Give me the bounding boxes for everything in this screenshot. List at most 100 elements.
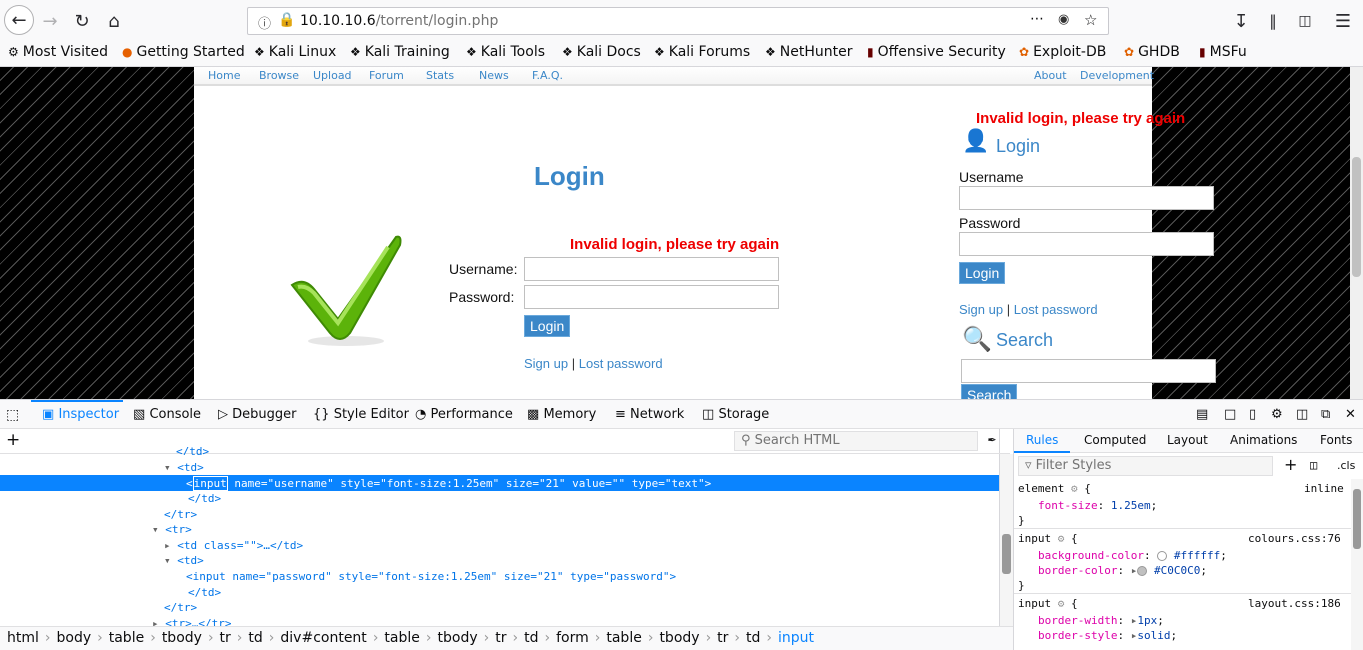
breadcrumb-item[interactable]: tbody (438, 630, 478, 646)
tab-animations[interactable]: Animations (1230, 433, 1297, 447)
expand-icon[interactable]: ▾ (164, 554, 171, 567)
sidebar-icon[interactable]: ◫ (1292, 8, 1318, 34)
color-swatch[interactable] (1157, 551, 1168, 561)
nav-faq[interactable]: F.A.Q. (532, 69, 563, 82)
close-devtools-icon[interactable]: ✕ (1345, 407, 1356, 422)
bookmark-offensive-security[interactable]: ▮ Offensive Security (867, 44, 1006, 60)
bookmark-star-icon[interactable]: ☆ (1084, 11, 1097, 29)
breadcrumb-item[interactable]: body (57, 630, 92, 646)
tab-fonts[interactable]: Fonts (1320, 433, 1352, 447)
responsive-design-icon[interactable]: ▯ (1249, 407, 1256, 422)
add-node-icon[interactable]: + (6, 430, 20, 450)
nav-stats[interactable]: Stats (426, 69, 454, 82)
tab-console[interactable]: ▧ Console (133, 407, 201, 422)
tab-network[interactable]: ≡ Network (615, 407, 684, 422)
rule-selector[interactable]: input ⚙ { (1018, 597, 1078, 610)
search-html-input[interactable]: ⚲ Search HTML (734, 431, 978, 451)
breadcrumb-item[interactable]: form (556, 630, 589, 646)
markup-line-selected[interactable]: <input name="username" style="font-size:… (0, 475, 999, 491)
frame-picker-icon[interactable]: □ (1224, 407, 1236, 422)
bookmark-kali-docs[interactable]: ❖ Kali Docs (562, 44, 641, 60)
bookmark-nethunter[interactable]: ❖ NetHunter (765, 44, 852, 60)
lost-password-link[interactable]: Lost password (579, 356, 663, 371)
rule-source[interactable]: layout.css:186 (1248, 597, 1341, 610)
bookmark-most-visited[interactable]: ⚙ Most Visited (8, 44, 108, 60)
markup-line[interactable]: <input name="password" style="font-size:… (186, 570, 676, 583)
markup-line[interactable]: ▾ <tr> (152, 523, 192, 536)
cls-toggle[interactable]: .cls (1337, 459, 1355, 472)
rule-gear-icon[interactable]: ⚙ (1058, 597, 1065, 610)
markup-line[interactable]: </td> (188, 492, 221, 505)
breadcrumb-item[interactable]: tbody (659, 630, 699, 646)
bookmark-exploit-db[interactable]: ✿ Exploit-DB (1019, 44, 1106, 60)
signup-link[interactable]: Sign up (524, 356, 568, 371)
add-rule-icon[interactable]: + (1284, 455, 1297, 474)
breadcrumb-item[interactable]: table (606, 630, 641, 646)
page-actions-icon[interactable]: ⋯ (1030, 11, 1044, 27)
tab-memory[interactable]: ▩ Memory (527, 407, 596, 422)
breadcrumb-item[interactable]: tr (220, 630, 231, 646)
tab-computed[interactable]: Computed (1084, 433, 1146, 447)
reload-button[interactable]: ↻ (69, 8, 95, 34)
breadcrumb-item[interactable]: td (524, 630, 538, 646)
settings-gear-icon[interactable]: ⚙ (1271, 407, 1283, 422)
collapse-icon[interactable]: ▸ (152, 617, 159, 626)
breadcrumb-item[interactable]: html (7, 630, 39, 646)
collapse-icon[interactable]: ▸ (164, 539, 171, 552)
separate-window-icon[interactable]: ⧉ (1321, 407, 1330, 422)
library-icon[interactable]: ‖ (1260, 8, 1286, 34)
element-picker-icon[interactable]: ⬚ (6, 407, 19, 423)
markup-line[interactable]: ▸ <td class="">…</td> (164, 539, 303, 552)
breadcrumb-item[interactable]: table (384, 630, 419, 646)
eyedropper-icon[interactable]: ✒ (988, 432, 996, 447)
bookmark-msfu[interactable]: ▮ MSFu (1199, 44, 1247, 60)
nav-forum[interactable]: Forum (369, 69, 404, 82)
downloads-icon[interactable]: ↧ (1228, 8, 1254, 34)
info-icon[interactable]: ⓘ (258, 13, 271, 32)
forward-button[interactable]: → (37, 8, 63, 34)
username-input[interactable] (524, 257, 779, 281)
markup-line[interactable]: ▾ <td> (164, 554, 204, 567)
rule-gear-icon[interactable]: ⚙ (1058, 532, 1065, 545)
breadcrumb-item[interactable]: tbody (162, 630, 202, 646)
sidebar-signup-link[interactable]: Sign up (959, 302, 1003, 317)
split-console-icon[interactable]: ▤ (1196, 407, 1208, 422)
expand-icon[interactable]: ▸ (1131, 564, 1138, 577)
markup-line[interactable]: </td> (176, 445, 209, 455)
nav-development[interactable]: Development (1080, 69, 1154, 82)
menu-icon[interactable]: ☰ (1330, 8, 1356, 34)
search-input[interactable] (961, 359, 1216, 383)
nav-about[interactable]: About (1034, 69, 1067, 82)
page-scrollbar[interactable] (1350, 67, 1363, 399)
bookmark-kali-tools[interactable]: ❖ Kali Tools (466, 44, 545, 60)
breadcrumb-item[interactable]: tr (495, 630, 506, 646)
sidebar-lost-password-link[interactable]: Lost password (1014, 302, 1098, 317)
pocket-icon[interactable]: ◉ (1058, 12, 1069, 27)
breadcrumb-item[interactable]: input (778, 630, 814, 646)
tab-inspector[interactable]: ▣ Inspector (42, 407, 119, 422)
scrollbar-thumb[interactable] (1352, 157, 1361, 277)
rule-selector[interactable]: element ⚙ { (1018, 482, 1091, 495)
tab-debugger[interactable]: ▷ Debugger (218, 407, 297, 422)
expand-icon[interactable]: ▾ (152, 523, 159, 536)
rule-declaration[interactable]: border-style: ▸solid; (1038, 629, 1177, 642)
search-button[interactable]: Search (961, 384, 1018, 399)
markup-line[interactable]: </td> (188, 586, 221, 599)
scrollbar-thumb[interactable] (1353, 489, 1361, 549)
login-button[interactable]: Login (524, 315, 571, 337)
breadcrumb-item[interactable]: td (248, 630, 262, 646)
tab-layout[interactable]: Layout (1167, 433, 1208, 447)
password-input[interactable] (524, 285, 779, 309)
nav-upload[interactable]: Upload (313, 69, 352, 82)
nav-home[interactable]: Home (208, 69, 240, 82)
rule-selector[interactable]: input ⚙ { (1018, 532, 1078, 545)
tab-rules[interactable]: Rules (1026, 433, 1058, 447)
nav-news[interactable]: News (479, 69, 509, 82)
bookmark-kali-training[interactable]: ❖ Kali Training (350, 44, 450, 60)
markup-line[interactable]: ▾ <td> (164, 461, 204, 474)
bookmark-getting-started[interactable]: ● Getting Started (122, 44, 245, 60)
rule-gear-icon[interactable]: ⚙ (1071, 482, 1078, 495)
markup-line[interactable]: </tr> (164, 508, 197, 521)
expand-icon[interactable]: ▾ (164, 461, 171, 474)
rule-declaration[interactable]: border-width: ▸1px; (1038, 614, 1164, 627)
